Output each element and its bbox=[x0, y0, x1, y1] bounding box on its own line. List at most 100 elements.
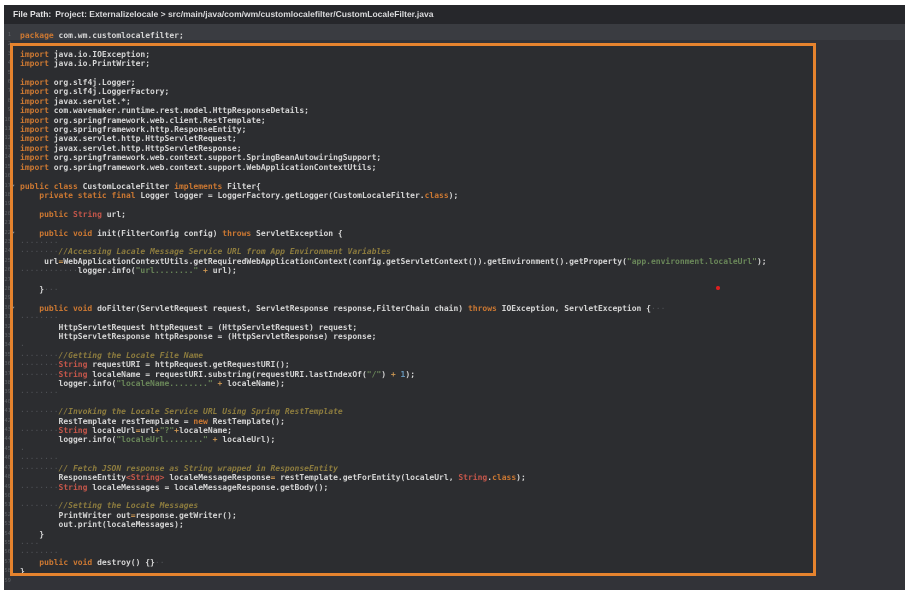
code-line[interactable]: 30▾ public void doFilter(ServletRequest … bbox=[4, 304, 905, 313]
line-number[interactable]: 29 bbox=[4, 294, 11, 303]
line-number[interactable]: 3 bbox=[4, 50, 11, 59]
line-number[interactable]: 26 bbox=[4, 266, 11, 275]
line-number[interactable]: 22 bbox=[4, 229, 11, 238]
code-line[interactable]: 16 bbox=[4, 172, 905, 181]
line-number[interactable]: 50 bbox=[4, 492, 11, 501]
line-number[interactable]: 43 bbox=[4, 426, 11, 435]
line-number[interactable]: 52 bbox=[4, 511, 11, 520]
code-line[interactable]: 31········ bbox=[4, 313, 905, 322]
line-number[interactable]: 8 bbox=[4, 97, 11, 106]
code-line[interactable]: 1package com.wm.customlocalefilter; bbox=[4, 31, 905, 40]
code-line[interactable]: 5 bbox=[4, 69, 905, 78]
line-number[interactable]: 4 bbox=[4, 59, 11, 68]
code-line[interactable]: 47········// Fetch JSON response as Stri… bbox=[4, 464, 905, 473]
line-number[interactable]: 28 bbox=[4, 285, 11, 294]
line-number[interactable]: 21 bbox=[4, 219, 11, 228]
line-number[interactable]: 36 bbox=[4, 360, 11, 369]
code-line[interactable]: 34· bbox=[4, 341, 905, 350]
fold-arrow-icon[interactable]: ▾ bbox=[12, 304, 15, 313]
code-line[interactable]: 53 out.print(localeMessages); bbox=[4, 520, 905, 529]
line-number[interactable]: 59 bbox=[4, 577, 11, 586]
line-number[interactable]: 45 bbox=[4, 445, 11, 454]
code-line[interactable]: 48 ResponseEntity<String> localeMessageR… bbox=[4, 473, 905, 482]
code-line[interactable]: 26············logger.info("url........" … bbox=[4, 266, 905, 275]
code-line[interactable]: 41········//Invoking the Locale Service … bbox=[4, 407, 905, 416]
code-line[interactable]: 9import com.wavemaker.runtime.rest.model… bbox=[4, 106, 905, 115]
line-number[interactable]: 1 bbox=[4, 31, 11, 40]
code-line[interactable]: 27 bbox=[4, 276, 905, 285]
line-number[interactable]: 33 bbox=[4, 332, 11, 341]
code-line[interactable]: 36········String requestURI = httpReques… bbox=[4, 360, 905, 369]
line-number[interactable]: 17 bbox=[4, 182, 11, 191]
line-number[interactable]: 38 bbox=[4, 379, 11, 388]
fold-arrow-icon[interactable]: ▾ bbox=[12, 182, 15, 191]
code-line[interactable]: 42 RestTemplate restTemplate = new RestT… bbox=[4, 417, 905, 426]
line-number[interactable]: 25 bbox=[4, 257, 11, 266]
line-number[interactable]: 15 bbox=[4, 163, 11, 172]
code-line[interactable]: 49········String localeMessages = locale… bbox=[4, 483, 905, 492]
code-line[interactable]: 50 bbox=[4, 492, 905, 501]
line-number[interactable]: 16 bbox=[4, 172, 11, 181]
code-line[interactable]: 46········ bbox=[4, 454, 905, 463]
code-line[interactable]: 28 }··· bbox=[4, 285, 905, 294]
code-line[interactable]: 4import java.io.PrintWriter; bbox=[4, 59, 905, 68]
code-line[interactable]: 40 bbox=[4, 398, 905, 407]
code-line[interactable]: 55···· bbox=[4, 539, 905, 548]
code-line[interactable]: 18 private static final Logger logger = … bbox=[4, 191, 905, 200]
line-number[interactable]: 24 bbox=[4, 247, 11, 256]
line-number[interactable]: 9 bbox=[4, 106, 11, 115]
code-line[interactable]: 25 url=WebApplicationContextUtils.getReq… bbox=[4, 257, 905, 266]
line-number[interactable]: 40 bbox=[4, 398, 11, 407]
line-number[interactable]: 34 bbox=[4, 341, 11, 350]
code-line[interactable]: 37········String localeName = requestURI… bbox=[4, 370, 905, 379]
code-line[interactable]: 13import javax.servlet.http.HttpServletR… bbox=[4, 144, 905, 153]
line-number[interactable]: 48 bbox=[4, 473, 11, 482]
line-number[interactable]: 31 bbox=[4, 313, 11, 322]
code-line[interactable]: 52 PrintWriter out=response.getWriter(); bbox=[4, 511, 905, 520]
line-number[interactable]: 12 bbox=[4, 134, 11, 143]
line-number[interactable]: 51 bbox=[4, 501, 11, 510]
fold-arrow-icon[interactable]: ▾ bbox=[12, 229, 15, 238]
code-line[interactable]: 59 bbox=[4, 577, 905, 586]
line-number[interactable]: 20 bbox=[4, 210, 11, 219]
line-number[interactable]: 13 bbox=[4, 144, 11, 153]
line-number[interactable]: 53 bbox=[4, 520, 11, 529]
code-line[interactable]: 21 bbox=[4, 219, 905, 228]
line-number[interactable]: 7 bbox=[4, 87, 11, 96]
line-number[interactable]: 14 bbox=[4, 153, 11, 162]
line-number[interactable]: 18 bbox=[4, 191, 11, 200]
line-number[interactable]: 46 bbox=[4, 454, 11, 463]
code-line[interactable]: 7import org.slf4j.LoggerFactory; bbox=[4, 87, 905, 96]
line-number[interactable]: 47 bbox=[4, 464, 11, 473]
code-line[interactable]: 39········ bbox=[4, 388, 905, 397]
code-line[interactable]: 54 } bbox=[4, 530, 905, 539]
line-number[interactable]: 2 bbox=[4, 40, 11, 49]
code-line[interactable]: 32 HttpServletRequest httpRequest = (Htt… bbox=[4, 323, 905, 332]
code-line[interactable]: 10import org.springframework.web.client.… bbox=[4, 116, 905, 125]
line-number[interactable]: 11 bbox=[4, 125, 11, 134]
line-number[interactable]: 39 bbox=[4, 388, 11, 397]
code-line[interactable]: 51········//Setting the Locale Messages bbox=[4, 501, 905, 510]
code-line[interactable]: 8import javax.servlet.*; bbox=[4, 97, 905, 106]
code-line[interactable]: 20 public String url; bbox=[4, 210, 905, 219]
code-line[interactable]: 2 bbox=[4, 40, 905, 49]
code-line[interactable]: 45· bbox=[4, 445, 905, 454]
code-line[interactable]: 44 logger.info("localeUrl........" + loc… bbox=[4, 435, 905, 444]
code-line[interactable]: 57 public void destroy() {}·· bbox=[4, 558, 905, 567]
code-line[interactable]: 24········//Accessing Lacale Message Ser… bbox=[4, 247, 905, 256]
code-line[interactable]: 35········//Getting the Locale File Name bbox=[4, 351, 905, 360]
line-number[interactable]: 30 bbox=[4, 304, 11, 313]
line-number[interactable]: 23 bbox=[4, 238, 11, 247]
line-number[interactable]: 27 bbox=[4, 276, 11, 285]
code-line[interactable]: 12import javax.servlet.http.HttpServletR… bbox=[4, 134, 905, 143]
code-line[interactable]: 22▾ public void init(FilterConfig config… bbox=[4, 229, 905, 238]
line-number[interactable]: 54 bbox=[4, 530, 11, 539]
code-line[interactable]: 17▾public class CustomLocaleFilter imple… bbox=[4, 182, 905, 191]
line-number[interactable]: 49 bbox=[4, 483, 11, 492]
line-number[interactable]: 6 bbox=[4, 78, 11, 87]
code-line[interactable]: 33 HttpServletResponse httpResponse = (H… bbox=[4, 332, 905, 341]
line-number[interactable]: 32 bbox=[4, 323, 11, 332]
code-line[interactable]: 29 bbox=[4, 294, 905, 303]
line-number[interactable]: 35 bbox=[4, 351, 11, 360]
line-number[interactable]: 41 bbox=[4, 407, 11, 416]
